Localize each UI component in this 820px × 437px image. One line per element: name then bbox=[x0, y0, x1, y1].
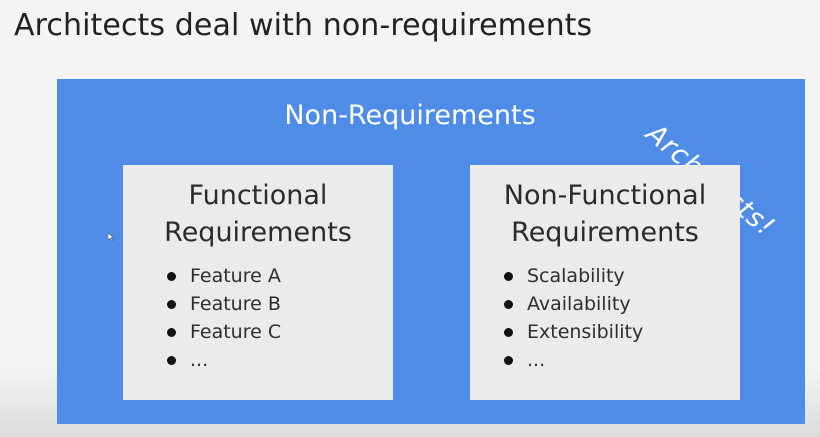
list-item: Feature C bbox=[167, 318, 281, 346]
card-title-line: Functional bbox=[188, 180, 328, 211]
non-functional-requirements-card: Non-Functional Requirements Scalability … bbox=[470, 165, 740, 400]
list-item-label: ... bbox=[190, 349, 209, 371]
list-item-label: Scalability bbox=[527, 265, 625, 287]
card-title-line: Requirements bbox=[511, 217, 699, 248]
bullet-icon bbox=[167, 327, 176, 337]
list-item: Extensibility bbox=[504, 318, 643, 346]
list-item-label: Feature B bbox=[190, 293, 281, 315]
list-item: Feature B bbox=[167, 290, 281, 318]
bullet-icon bbox=[167, 271, 176, 281]
list-item-label: Feature C bbox=[190, 321, 282, 343]
list-item: ... bbox=[504, 346, 643, 374]
functional-requirements-list: Feature A Feature B Feature C ... bbox=[167, 262, 281, 374]
bullet-icon bbox=[167, 355, 176, 365]
list-item: ... bbox=[167, 346, 281, 374]
list-item-label: ... bbox=[527, 349, 546, 371]
card-title: Functional Requirements bbox=[123, 177, 393, 251]
card-title-line: Requirements bbox=[164, 217, 352, 248]
list-item-label: Availability bbox=[527, 293, 631, 315]
list-item: Availability bbox=[504, 290, 643, 318]
functional-requirements-card: Functional Requirements Feature A Featur… bbox=[123, 165, 393, 400]
bullet-icon bbox=[504, 355, 513, 365]
list-item-label: Extensibility bbox=[527, 321, 644, 343]
list-item: Feature A bbox=[167, 262, 281, 290]
non-functional-requirements-list: Scalability Availability Extensibility .… bbox=[504, 262, 643, 374]
bullet-icon bbox=[504, 271, 513, 281]
non-requirements-label: Non-Requirements bbox=[284, 100, 536, 131]
bullet-icon bbox=[504, 299, 513, 309]
mouse-pointer-icon bbox=[108, 233, 114, 241]
list-item: Scalability bbox=[504, 262, 643, 290]
list-item-label: Feature A bbox=[190, 265, 281, 287]
bullet-icon bbox=[504, 327, 513, 337]
card-title: Non-Functional Requirements bbox=[470, 177, 740, 251]
slide-title: Architects deal with non-requirements bbox=[14, 8, 593, 43]
card-title-line: Non-Functional bbox=[503, 180, 707, 211]
bullet-icon bbox=[167, 299, 176, 309]
